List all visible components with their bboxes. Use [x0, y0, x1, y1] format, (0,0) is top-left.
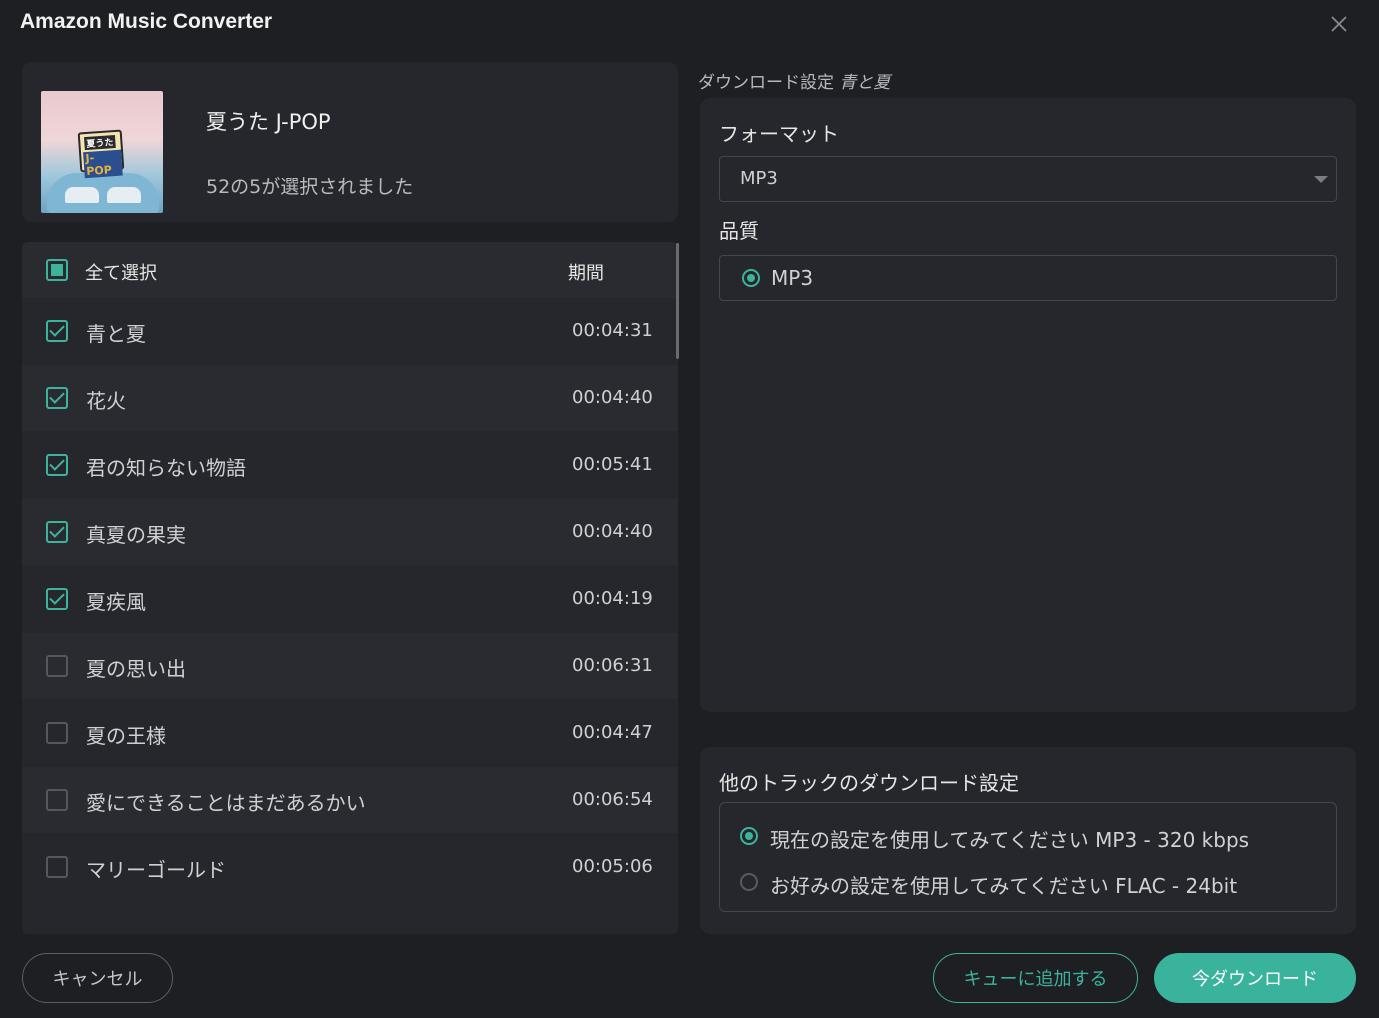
close-icon	[1331, 16, 1347, 32]
option-preferred-label: お好みの設定を使用してみてください FLAC - 24bit	[770, 874, 1238, 898]
track-checkbox[interactable]	[46, 588, 68, 610]
add-to-queue-button[interactable]: キューに追加する	[933, 953, 1138, 1003]
quality-option[interactable]: MP3	[719, 255, 1337, 301]
track-row[interactable]: 青と夏 00:04:31	[22, 298, 678, 364]
track-list: 全て選択 期間 青と夏 00:04:31 花火 00:04:40 君の知らない物語 00:…	[22, 242, 678, 934]
other-tracks-title: 他のトラックのダウンロード設定	[719, 771, 1019, 795]
track-name: 夏の思い出	[86, 657, 186, 681]
format-select[interactable]: MP3	[719, 156, 1337, 202]
track-name: 愛にできることはまだあるかい	[86, 791, 366, 815]
format-label: フォーマット	[719, 122, 839, 146]
track-row[interactable]: マリーゴールド 00:05:06	[22, 834, 678, 900]
album-art-badge-top: 夏うた	[83, 134, 116, 151]
close-button[interactable]	[1327, 12, 1351, 36]
track-checkbox[interactable]	[46, 722, 68, 744]
track-list-header: 全て選択 期間	[22, 242, 678, 298]
download-settings-panel: フォーマット MP3 品質 MP3	[700, 98, 1356, 712]
track-name: 花火	[86, 389, 126, 413]
track-name: 夏疾風	[86, 590, 146, 614]
other-tracks-options: 現在の設定を使用してみてください MP3 - 320 kbps お好みの設定を使…	[719, 802, 1337, 912]
window-title: Amazon Music Converter	[20, 10, 273, 33]
track-row[interactable]: 夏の王様 00:04:47	[22, 700, 678, 766]
track-duration: 00:04:47	[572, 722, 653, 743]
download-settings-track-name: 青と夏	[839, 73, 891, 93]
select-all-label[interactable]: 全て選択	[85, 259, 157, 285]
option-preferred-radio[interactable]	[740, 873, 758, 891]
album-art-car	[47, 173, 159, 213]
track-duration: 00:06:31	[572, 655, 653, 676]
quality-radio[interactable]	[742, 269, 760, 287]
selection-status: 52の5が選択されました	[206, 176, 414, 198]
track-checkbox[interactable]	[46, 521, 68, 543]
track-row[interactable]: 夏疾風 00:04:19	[22, 566, 678, 632]
download-settings-title: ダウンロード設定 青と夏	[698, 68, 890, 93]
track-duration: 00:04:40	[572, 521, 653, 542]
track-name: 青と夏	[86, 322, 146, 346]
track-duration: 00:04:40	[572, 387, 653, 408]
album-card: 夏うた J-POP 夏うた J-POP 52の5が選択されました	[22, 62, 678, 222]
album-art-badge-bottom: J-POP	[83, 149, 123, 179]
album-art-badge: 夏うた J-POP	[77, 129, 125, 179]
cancel-button[interactable]: キャンセル	[22, 953, 173, 1003]
duration-header: 期間	[568, 263, 604, 284]
track-checkbox[interactable]	[46, 387, 68, 409]
track-row[interactable]: 君の知らない物語 00:05:41	[22, 432, 678, 498]
select-all-checkbox[interactable]	[46, 259, 68, 281]
track-checkbox[interactable]	[46, 454, 68, 476]
track-list-scrollbar[interactable]	[676, 243, 679, 359]
track-row[interactable]: 真夏の果実 00:04:40	[22, 499, 678, 565]
track-name: マリーゴールド	[86, 858, 226, 882]
quality-value: MP3	[771, 266, 814, 290]
quality-label: 品質	[719, 219, 759, 243]
track-name: 君の知らない物語	[86, 456, 246, 480]
track-name: 夏の王様	[86, 724, 166, 748]
option-current-label: 現在の設定を使用してみてください MP3 - 320 kbps	[770, 828, 1250, 852]
track-duration: 00:04:31	[572, 320, 653, 341]
track-duration: 00:05:06	[572, 856, 653, 877]
chevron-down-icon	[1314, 176, 1328, 183]
other-tracks-panel: 他のトラックのダウンロード設定 現在の設定を使用してみてください MP3 - 3…	[700, 747, 1356, 934]
track-checkbox[interactable]	[46, 655, 68, 677]
track-checkbox[interactable]	[46, 856, 68, 878]
album-title: 夏うた J-POP	[206, 110, 331, 134]
track-row[interactable]: 花火 00:04:40	[22, 365, 678, 431]
track-duration: 00:06:54	[572, 789, 653, 810]
track-duration: 00:04:19	[572, 588, 653, 609]
download-now-button[interactable]: 今ダウンロード	[1154, 953, 1356, 1003]
track-duration: 00:05:41	[572, 454, 653, 475]
track-checkbox[interactable]	[46, 789, 68, 811]
track-name: 真夏の果実	[86, 523, 186, 547]
track-row[interactable]: 夏の思い出 00:06:31	[22, 633, 678, 699]
track-checkbox[interactable]	[46, 320, 68, 342]
option-current-radio[interactable]	[740, 827, 758, 845]
download-settings-title-prefix: ダウンロード設定	[698, 73, 834, 93]
track-row[interactable]: 愛にできることはまだあるかい 00:06:54	[22, 767, 678, 833]
format-value: MP3	[740, 168, 778, 189]
album-art: 夏うた J-POP	[41, 91, 163, 213]
